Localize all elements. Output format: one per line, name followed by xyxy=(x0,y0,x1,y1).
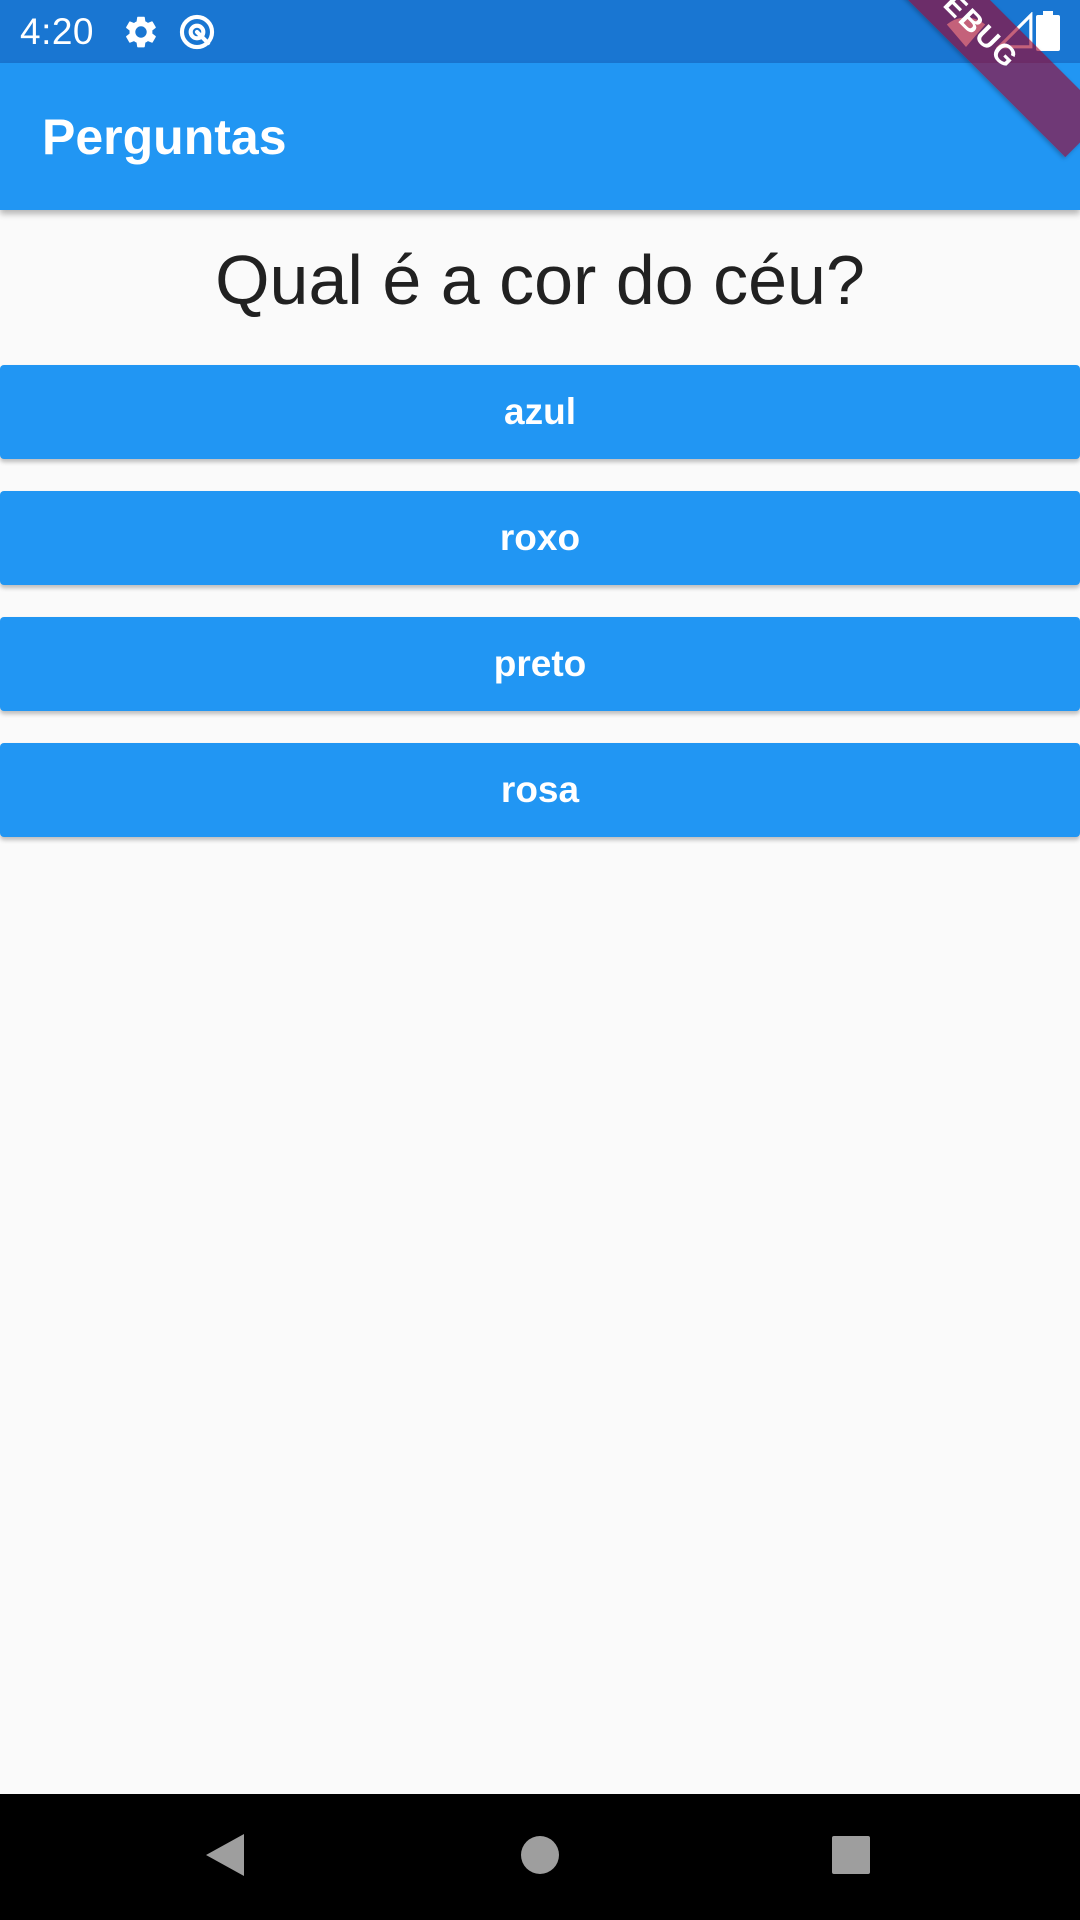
recents-icon xyxy=(831,1835,871,1880)
app-title: Perguntas xyxy=(42,109,287,165)
app-screen: 4:20 Perguntas DEBUG Qual é a cor do céu… xyxy=(0,0,1080,1920)
question-text: Qual é a cor do céu? xyxy=(215,241,865,319)
answer-button-azul[interactable]: azul xyxy=(0,365,1080,459)
recents-button[interactable] xyxy=(771,1794,931,1920)
gear-icon xyxy=(122,13,160,51)
back-icon xyxy=(204,1832,246,1883)
navigation-bar xyxy=(0,1794,1080,1920)
back-button[interactable] xyxy=(145,1794,305,1920)
status-time: 4:20 xyxy=(20,11,95,52)
home-button[interactable] xyxy=(460,1794,620,1920)
app-bar: Perguntas xyxy=(0,63,1080,210)
answer-button-preto[interactable]: preto xyxy=(0,617,1080,711)
battery-icon xyxy=(1036,11,1060,51)
at-sign-icon xyxy=(178,13,216,51)
answer-button-roxo[interactable]: roxo xyxy=(0,491,1080,585)
home-icon xyxy=(520,1835,560,1880)
answer-button-rosa[interactable]: rosa xyxy=(0,743,1080,837)
